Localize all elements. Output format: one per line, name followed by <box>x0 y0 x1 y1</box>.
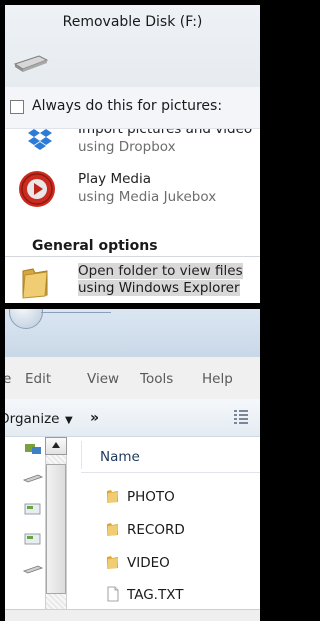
option-app: using Media Jukebox <box>78 189 217 205</box>
file-row[interactable]: TAG.TXT <box>81 580 260 610</box>
option-app: using Windows Explorer <box>78 280 240 296</box>
folder-icon <box>107 523 118 536</box>
option-app: using Dropbox <box>78 139 176 155</box>
view-details-icon[interactable] <box>234 409 248 425</box>
file-row[interactable]: RECORD <box>81 515 260 545</box>
file-name: TAG.TXT <box>127 587 184 603</box>
option-action: Open folder to view files <box>78 263 243 279</box>
general-options-header: General options <box>5 227 260 257</box>
always-do-this-checkbox[interactable] <box>10 100 24 114</box>
always-do-this-label: Always do this for pictures: <box>32 98 223 114</box>
scrollbar-thumb[interactable] <box>46 464 66 594</box>
menu-file[interactable]: e <box>5 371 11 387</box>
folder-icon <box>107 556 118 569</box>
menu-view[interactable]: View <box>87 371 119 387</box>
media-play-icon <box>19 171 55 207</box>
option-action: Play Media <box>78 171 151 187</box>
file-row[interactable]: VIDEO <box>81 548 260 578</box>
organize-button[interactable]: Organize <box>5 411 59 427</box>
file-name: PHOTO <box>127 489 175 505</box>
option-play-media[interactable]: Play Media using Media Jukebox <box>5 167 260 215</box>
explorer-titlebar <box>5 309 260 357</box>
address-bar-edge <box>41 312 111 322</box>
more-commands-button[interactable]: » <box>90 410 99 426</box>
menu-help[interactable]: Help <box>202 371 233 387</box>
picture-icon[interactable] <box>23 532 43 546</box>
menu-edit[interactable]: Edit <box>25 371 51 387</box>
dropbox-icon <box>28 129 52 150</box>
option-action: Import pictures and video <box>78 129 253 137</box>
always-do-this-row[interactable]: Always do this for pictures: <box>5 87 260 129</box>
command-bar: Organize ▼ » <box>5 399 260 437</box>
network-icon[interactable] <box>23 442 43 456</box>
explorer-window: e Edit View Tools Help Organize ▼ » Name… <box>5 309 260 621</box>
menu-bar: e Edit View Tools Help <box>5 357 260 399</box>
folder-icon <box>22 268 48 299</box>
drive-icon[interactable] <box>23 472 43 486</box>
option-import-dropbox[interactable]: Import pictures and video using Dropbox <box>5 129 260 167</box>
usb-drive-icon <box>13 55 49 72</box>
horizontal-scrollbar[interactable] <box>5 609 260 621</box>
file-row[interactable]: PHOTO <box>81 482 260 512</box>
file-name: RECORD <box>127 522 185 538</box>
autoplay-header: Removable Disk (F:) <box>5 5 260 87</box>
arrow-up-icon <box>52 442 60 448</box>
back-button[interactable] <box>9 309 43 329</box>
general-options-label: General options <box>32 238 158 254</box>
organize-chevron-down-icon[interactable]: ▼ <box>65 415 73 426</box>
picture-icon[interactable] <box>23 502 43 516</box>
file-name: VIDEO <box>127 555 170 571</box>
scroll-up-button[interactable] <box>45 437 67 455</box>
column-divider <box>81 441 82 469</box>
drive-icon[interactable] <box>23 563 43 577</box>
navigation-pane <box>5 437 81 621</box>
column-header-name[interactable]: Name <box>81 437 260 473</box>
device-title: Removable Disk (F:) <box>62 14 203 30</box>
file-list: Name PHOTO RECORD VIDEO TAG.TXT <box>81 437 260 621</box>
text-file-icon <box>107 586 119 602</box>
menu-tools[interactable]: Tools <box>140 371 173 387</box>
autoplay-dialog: Removable Disk (F:) Always do this for p… <box>5 5 260 303</box>
column-name-label: Name <box>100 449 140 465</box>
option-open-folder[interactable]: Open folder to view files using Windows … <box>5 257 260 303</box>
folder-icon <box>107 490 118 503</box>
